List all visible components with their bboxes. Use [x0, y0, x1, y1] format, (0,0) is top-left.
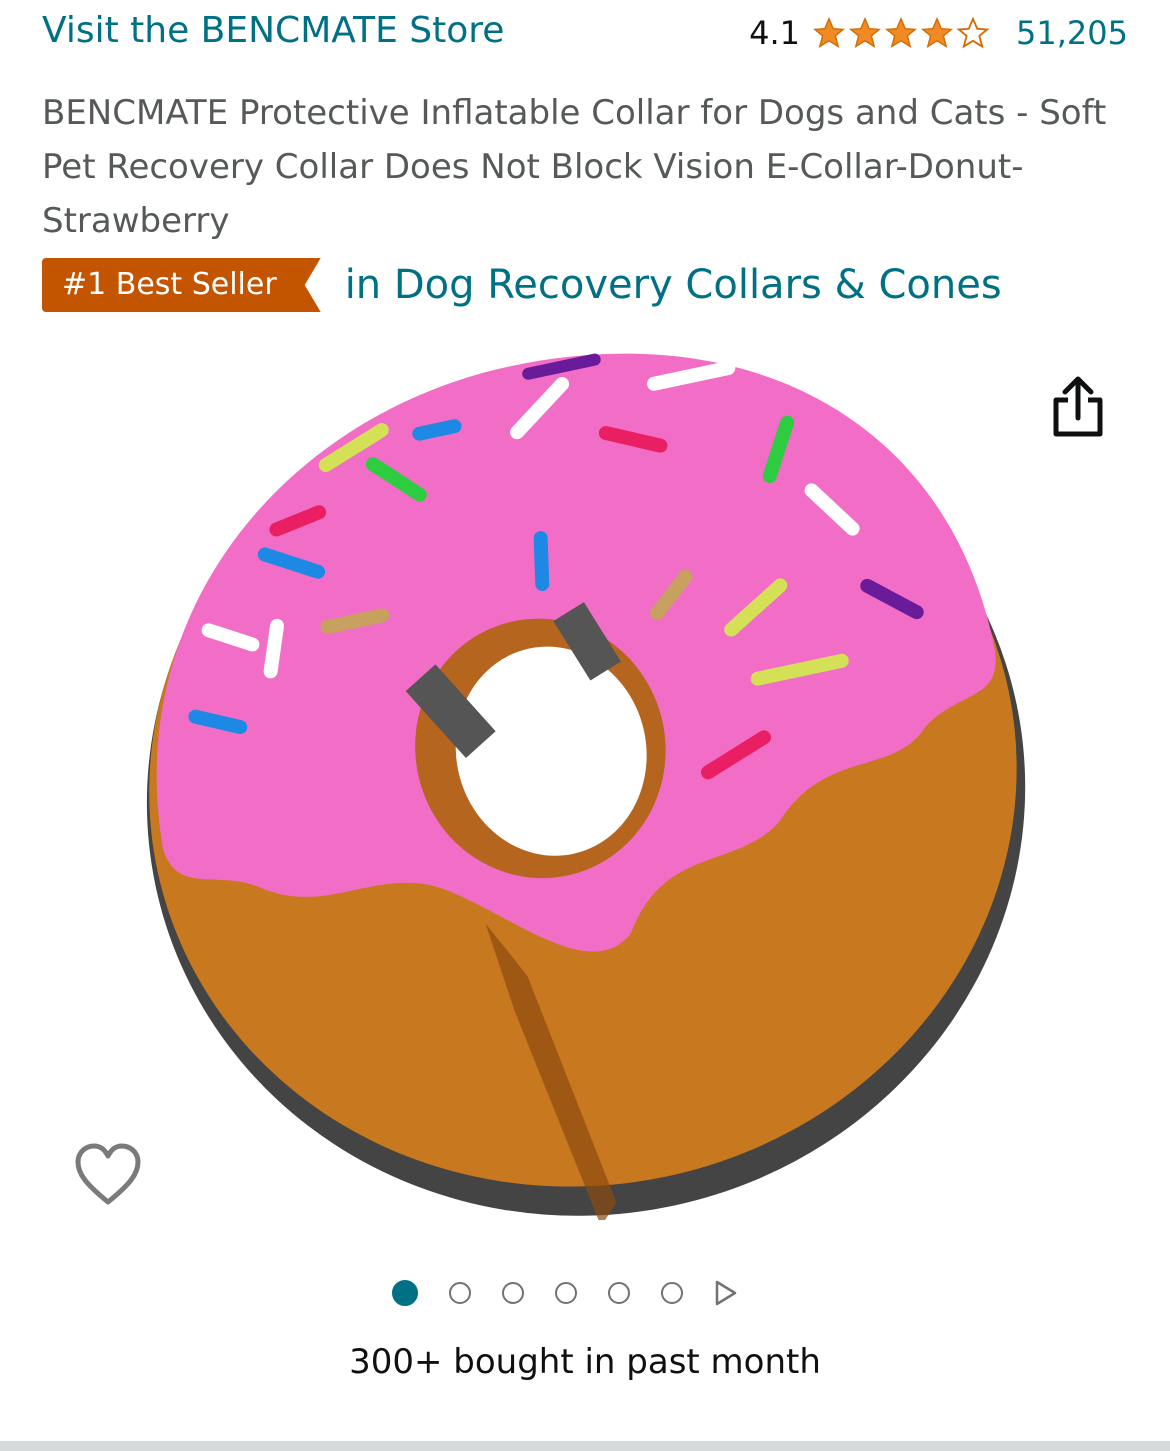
product-title: BENCMATE Protective Inflatable Collar fo… [42, 93, 1107, 241]
play-icon[interactable] [714, 1280, 738, 1306]
star-icon [813, 17, 846, 48]
rating-count[interactable]: 51,205 [1016, 14, 1128, 52]
star-rating [812, 16, 990, 50]
star-icon [921, 17, 954, 48]
heart-icon[interactable] [72, 1140, 144, 1210]
pagination-dot[interactable] [392, 1280, 418, 1306]
star-icon [885, 17, 918, 48]
pagination-dot[interactable] [555, 1282, 577, 1304]
image-pagination [392, 1280, 738, 1306]
store-link[interactable]: Visit the BENCMATE Store [42, 10, 504, 51]
divider [0, 1441, 1170, 1451]
rating-row[interactable]: 4.1 51,205 [749, 14, 1128, 52]
pagination-dot[interactable] [502, 1282, 524, 1304]
star-icon [849, 17, 882, 48]
rating-value: 4.1 [749, 14, 801, 52]
pagination-dot[interactable] [661, 1282, 683, 1304]
bought-past-month: 300+ bought in past month [349, 1342, 821, 1382]
pagination-dot[interactable] [608, 1282, 630, 1304]
product-image[interactable] [130, 340, 1040, 1220]
best-seller-category-link[interactable]: in Dog Recovery Collars & Cones [345, 262, 1002, 308]
best-seller-badge: #1 Best Seller [42, 258, 321, 312]
share-icon[interactable] [1048, 372, 1108, 442]
star-outline-icon [956, 16, 990, 49]
best-seller-row: #1 Best Seller in Dog Recovery Collars &… [42, 258, 1002, 312]
pagination-dot[interactable] [449, 1282, 471, 1304]
